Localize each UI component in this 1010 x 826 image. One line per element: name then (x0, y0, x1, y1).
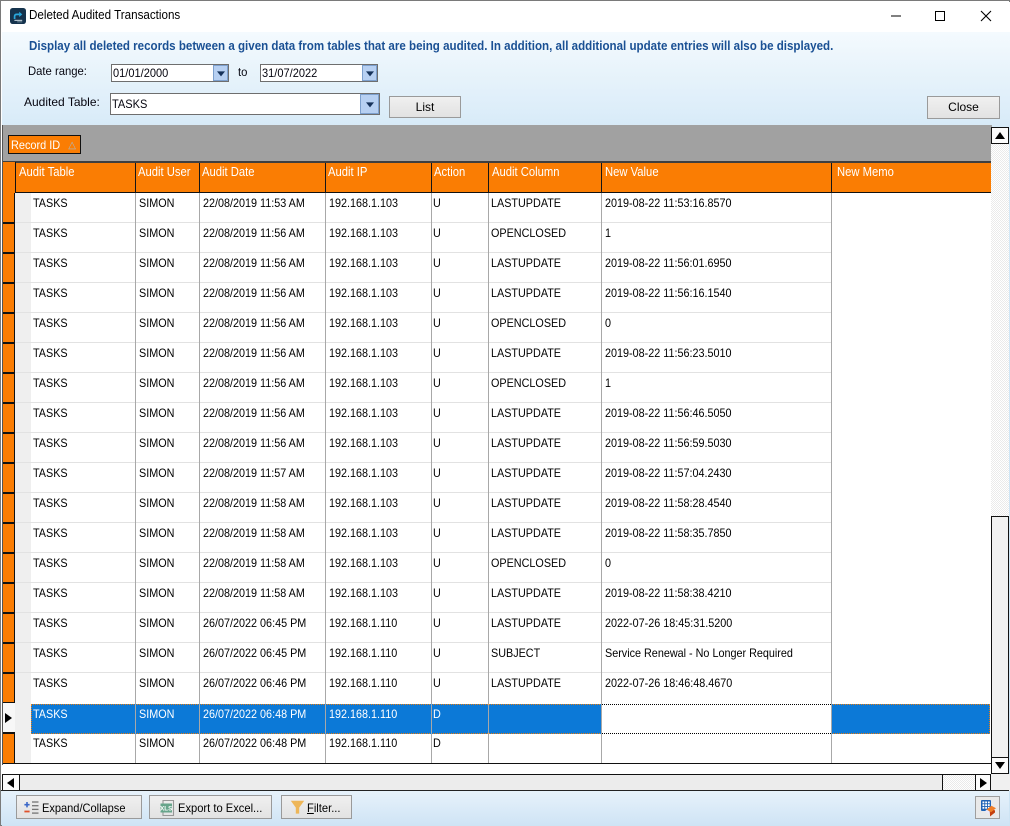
svg-text:XLS: XLS (160, 806, 172, 813)
